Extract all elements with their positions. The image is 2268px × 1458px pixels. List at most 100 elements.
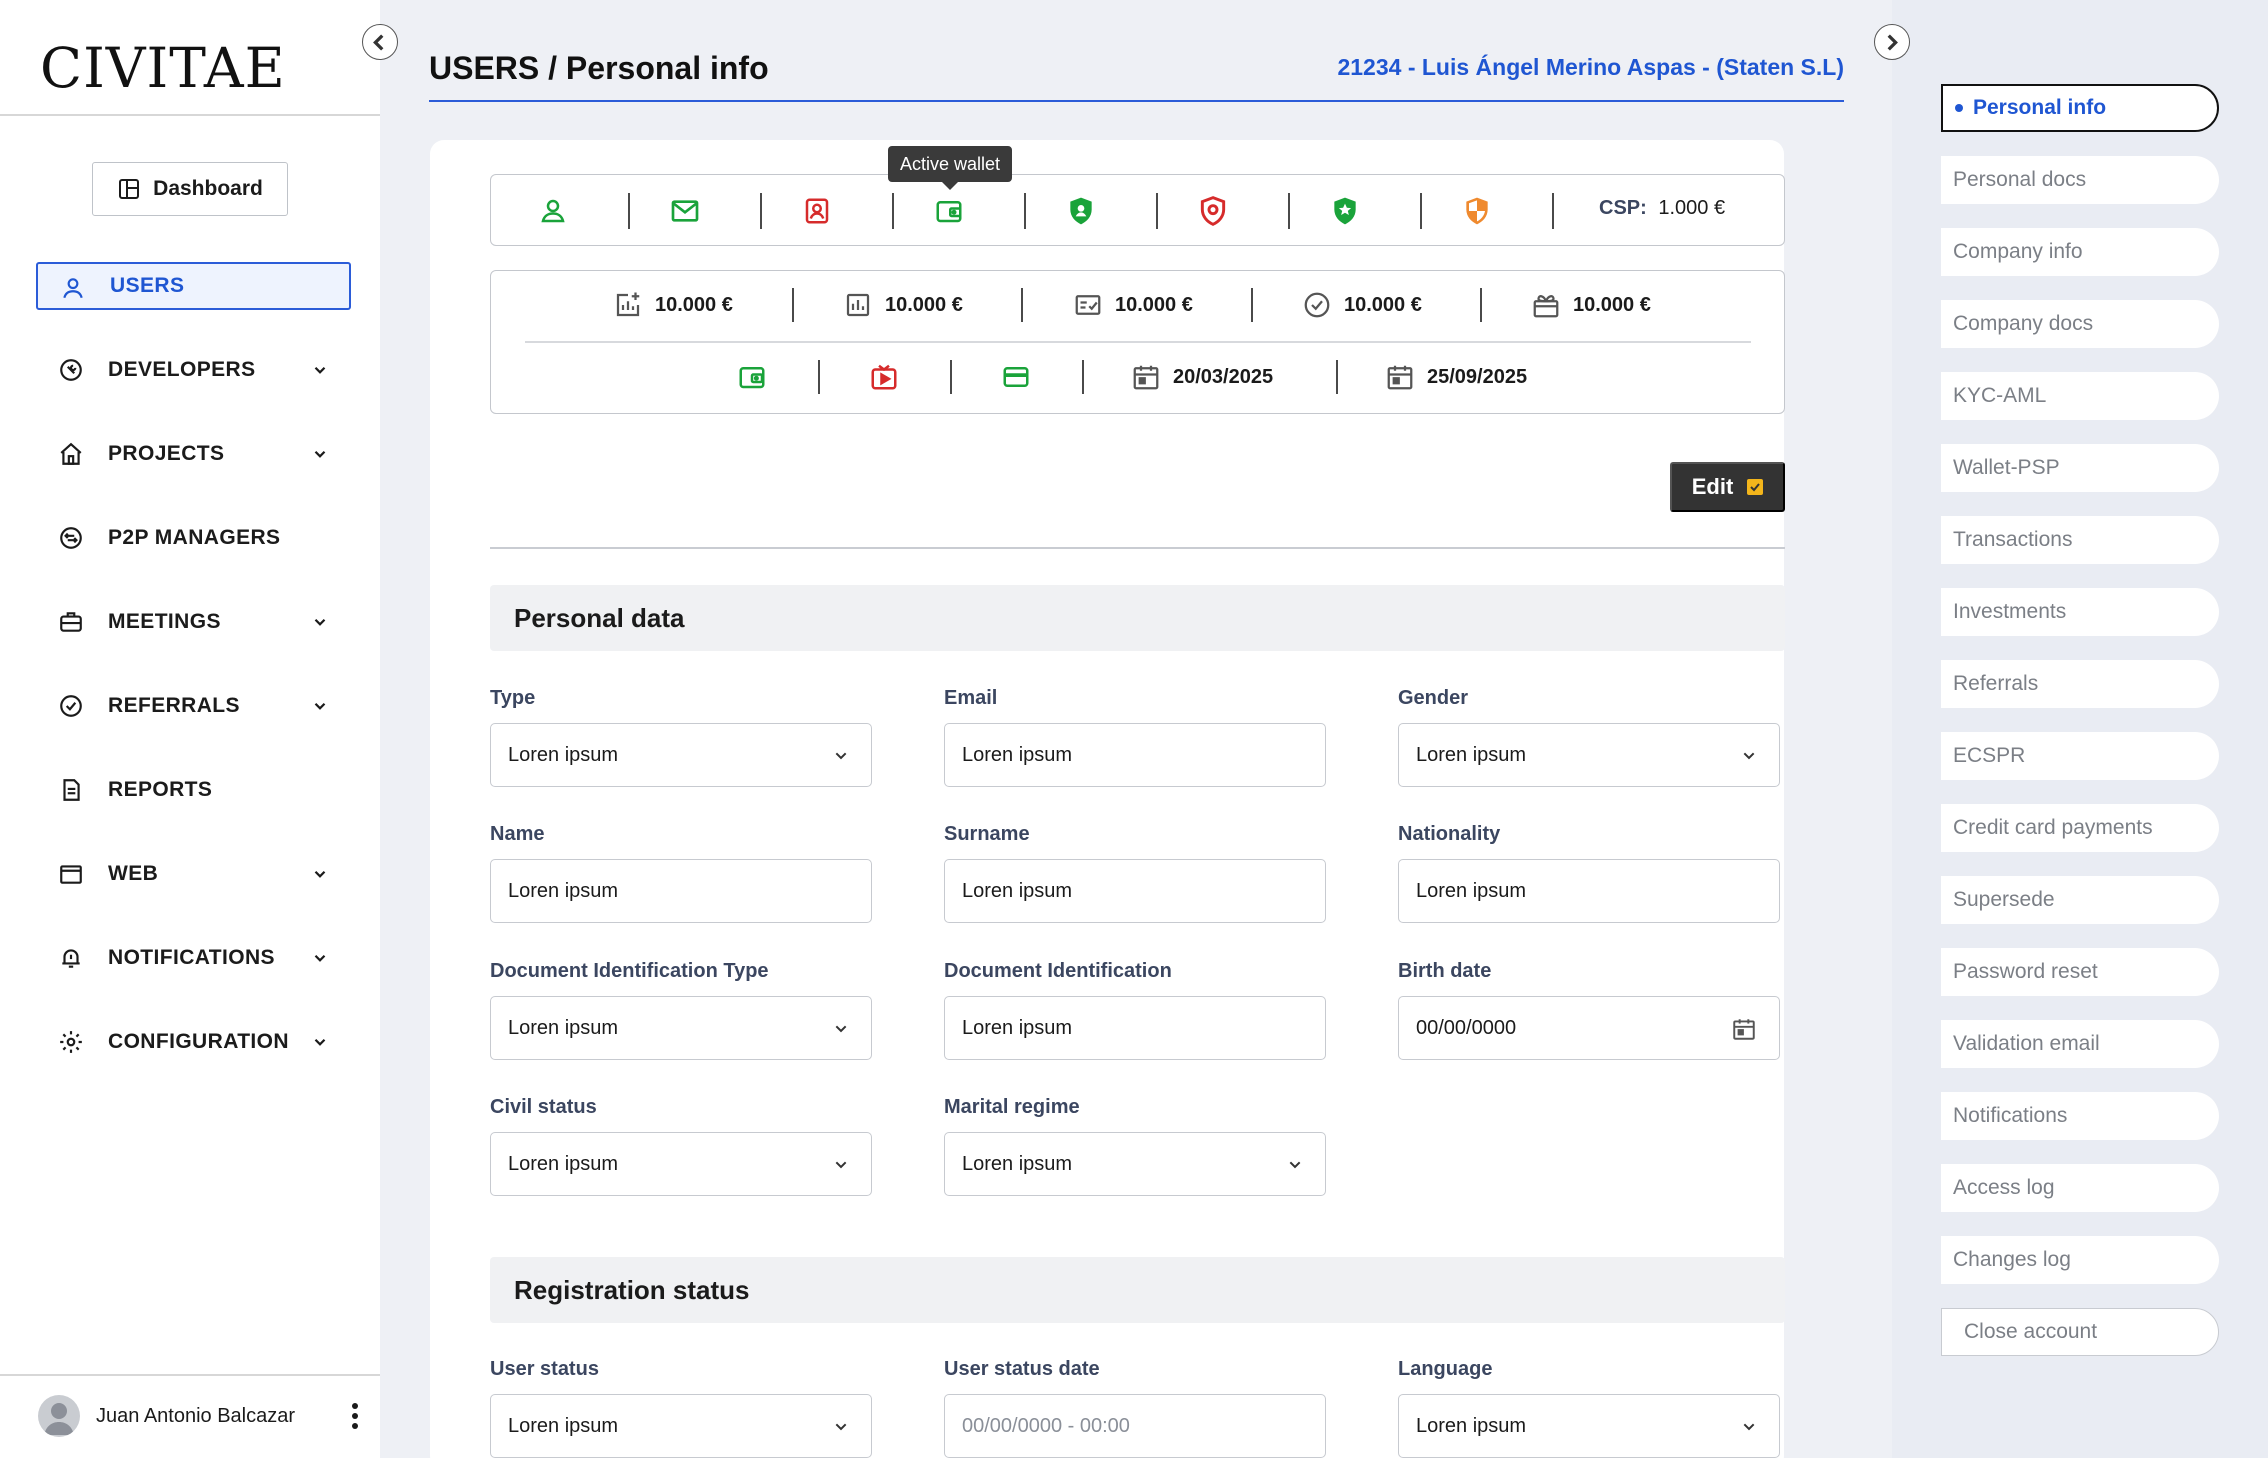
name-value: Loren ipsum	[508, 879, 619, 902]
nav-item-configuration[interactable]: CONFIGURATION	[36, 1018, 351, 1066]
tab-kyc-aml[interactable]: KYC-AML	[1941, 372, 2219, 420]
nav-item-notifications[interactable]: NOTIFICATIONS	[36, 934, 351, 982]
more-options-icon[interactable]	[350, 1402, 360, 1430]
user-status-icon[interactable]	[535, 191, 571, 231]
stat-separator	[818, 360, 820, 394]
collapse-sidebar-button[interactable]	[362, 24, 398, 60]
document-type-select[interactable]: Loren ipsum	[490, 996, 872, 1060]
calendar-icon[interactable]	[1731, 1016, 1757, 1042]
civil-status-select[interactable]: Loren ipsum	[490, 1132, 872, 1196]
user-status-date-field[interactable]: 00/00/0000 - 00:00	[944, 1394, 1326, 1458]
wallet-status-icon[interactable]	[931, 191, 967, 231]
wrench-icon	[60, 359, 82, 381]
wallet-icon[interactable]	[737, 359, 767, 395]
tab-referrals[interactable]: Referrals	[1941, 660, 2219, 708]
dashboard-label: Dashboard	[153, 177, 263, 200]
tab-personal-info[interactable]: Personal info	[1941, 84, 2219, 132]
shield-user-icon[interactable]	[1063, 191, 1099, 231]
left-sidebar: CIVITAE Dashboard USERS DEVELOPERS PROJE…	[0, 0, 380, 1458]
edit-label: Edit	[1691, 474, 1734, 499]
stat-value: 10.000 €	[885, 293, 963, 316]
home-icon	[60, 442, 82, 465]
chevron-down-icon[interactable]	[311, 445, 329, 463]
name-field[interactable]: Loren ipsum	[490, 859, 872, 923]
user-status-select[interactable]: Loren ipsum	[490, 1394, 872, 1458]
type-label: Type	[490, 687, 536, 709]
nav-item-referrals[interactable]: REFERRALS	[36, 682, 351, 730]
tab-wallet-psp[interactable]: Wallet-PSP	[1941, 444, 2219, 492]
nationality-field[interactable]: Loren ipsum	[1398, 859, 1780, 923]
language-select[interactable]: Loren ipsum	[1398, 1394, 1780, 1458]
stat-separator	[1021, 288, 1023, 322]
chevron-down-icon[interactable]	[311, 865, 329, 883]
stat-value: 10.000 €	[655, 293, 733, 316]
language-value: Loren ipsum	[1416, 1414, 1527, 1437]
nav-item-projects[interactable]: PROJECTS	[36, 430, 351, 478]
status-separator	[760, 193, 762, 229]
shield-half-icon[interactable]	[1459, 191, 1495, 231]
nav-item-developers[interactable]: DEVELOPERS	[36, 346, 351, 394]
nationality-value: Loren ipsum	[1416, 879, 1527, 902]
shield-alert-icon[interactable]	[1195, 191, 1231, 231]
nationality-label: Nationality	[1398, 823, 1501, 845]
checklist-icon	[1075, 295, 1101, 315]
chevron-down-icon[interactable]	[311, 949, 329, 967]
surname-field[interactable]: Loren ipsum	[944, 859, 1326, 923]
email-field[interactable]: Loren ipsum	[944, 723, 1326, 787]
birth-date-field[interactable]: 00/00/0000	[1398, 996, 1780, 1060]
chevron-down-icon[interactable]	[311, 613, 329, 631]
tab-access-log[interactable]: Access log	[1941, 1164, 2219, 1212]
nav-item-reports[interactable]: REPORTS	[36, 766, 351, 814]
tab-transactions[interactable]: Transactions	[1941, 516, 2219, 564]
nav-item-p2p-managers[interactable]: P2P MANAGERS	[36, 514, 351, 562]
type-select[interactable]: Loren ipsum	[490, 723, 872, 787]
edit-checkbox-icon	[1747, 479, 1764, 495]
nav-label-users: USERS	[110, 274, 185, 297]
chevron-down-icon[interactable]	[311, 1033, 329, 1051]
tab-personal-docs[interactable]: Personal docs	[1941, 156, 2219, 204]
close-account-button[interactable]: Close account	[1941, 1308, 2219, 1356]
tab-validation-email[interactable]: Validation email	[1941, 1020, 2219, 1068]
chevron-down-icon[interactable]	[311, 697, 329, 715]
document-id-field[interactable]: Loren ipsum	[944, 996, 1326, 1060]
tab-ecspr[interactable]: ECSPR	[1941, 732, 2219, 780]
tab-password-reset[interactable]: Password reset	[1941, 948, 2219, 996]
current-user[interactable]: Juan Antonio Balcazar	[38, 1394, 358, 1438]
tab-company-docs[interactable]: Company docs	[1941, 300, 2219, 348]
chevron-down-icon	[835, 752, 847, 760]
avatar-silhouette-icon	[44, 1403, 74, 1435]
stat-item: 10.000 €	[1073, 287, 1193, 323]
tab-changes-log[interactable]: Changes log	[1941, 1236, 2219, 1284]
nav-item-web[interactable]: WEB	[36, 850, 351, 898]
video-icon[interactable]	[869, 359, 899, 395]
identity-doc-icon[interactable]	[799, 191, 835, 231]
marital-regime-select[interactable]: Loren ipsum	[944, 1132, 1326, 1196]
nav-item-meetings[interactable]: MEETINGS	[36, 598, 351, 646]
nav-label-configuration: CONFIGURATION	[108, 1030, 289, 1053]
stats-box: 10.000 € 10.000 € 10.000 € 10.000 € 10.0…	[490, 270, 1785, 414]
stat-item: 10.000 €	[1531, 287, 1651, 323]
credit-card-icon[interactable]	[1001, 359, 1031, 395]
edit-button[interactable]: Edit	[1670, 462, 1785, 512]
active-wallet-tooltip: Active wallet	[888, 146, 1013, 190]
chevron-down-icon	[835, 1025, 847, 1033]
tab-supersede[interactable]: Supersede	[1941, 876, 2219, 924]
gender-select[interactable]: Loren ipsum	[1398, 723, 1780, 787]
tab-notifications[interactable]: Notifications	[1941, 1092, 2219, 1140]
stat-item: 10.000 €	[613, 287, 733, 323]
email-status-icon[interactable]	[667, 191, 703, 231]
tab-investments[interactable]: Investments	[1941, 588, 2219, 636]
chevron-down-icon[interactable]	[311, 361, 329, 379]
shield-star-icon[interactable]	[1327, 191, 1363, 231]
calendar-icon	[1133, 365, 1159, 390]
tab-credit-card-payments[interactable]: Credit card payments	[1941, 804, 2219, 852]
chevron-down-icon	[1289, 1161, 1301, 1169]
document-type-value: Loren ipsum	[508, 1016, 619, 1039]
avatar[interactable]	[38, 1395, 80, 1437]
tab-company-info[interactable]: Company info	[1941, 228, 2219, 276]
dashboard-button[interactable]: Dashboard	[92, 162, 288, 216]
brand-logo[interactable]: CIVITAE	[40, 36, 286, 100]
collapse-right-panel-button[interactable]	[1874, 24, 1910, 60]
nav-item-users[interactable]: USERS	[36, 262, 351, 310]
user-reference[interactable]: 21234 - Luis Ángel Merino Aspas - (State…	[1337, 54, 1844, 81]
